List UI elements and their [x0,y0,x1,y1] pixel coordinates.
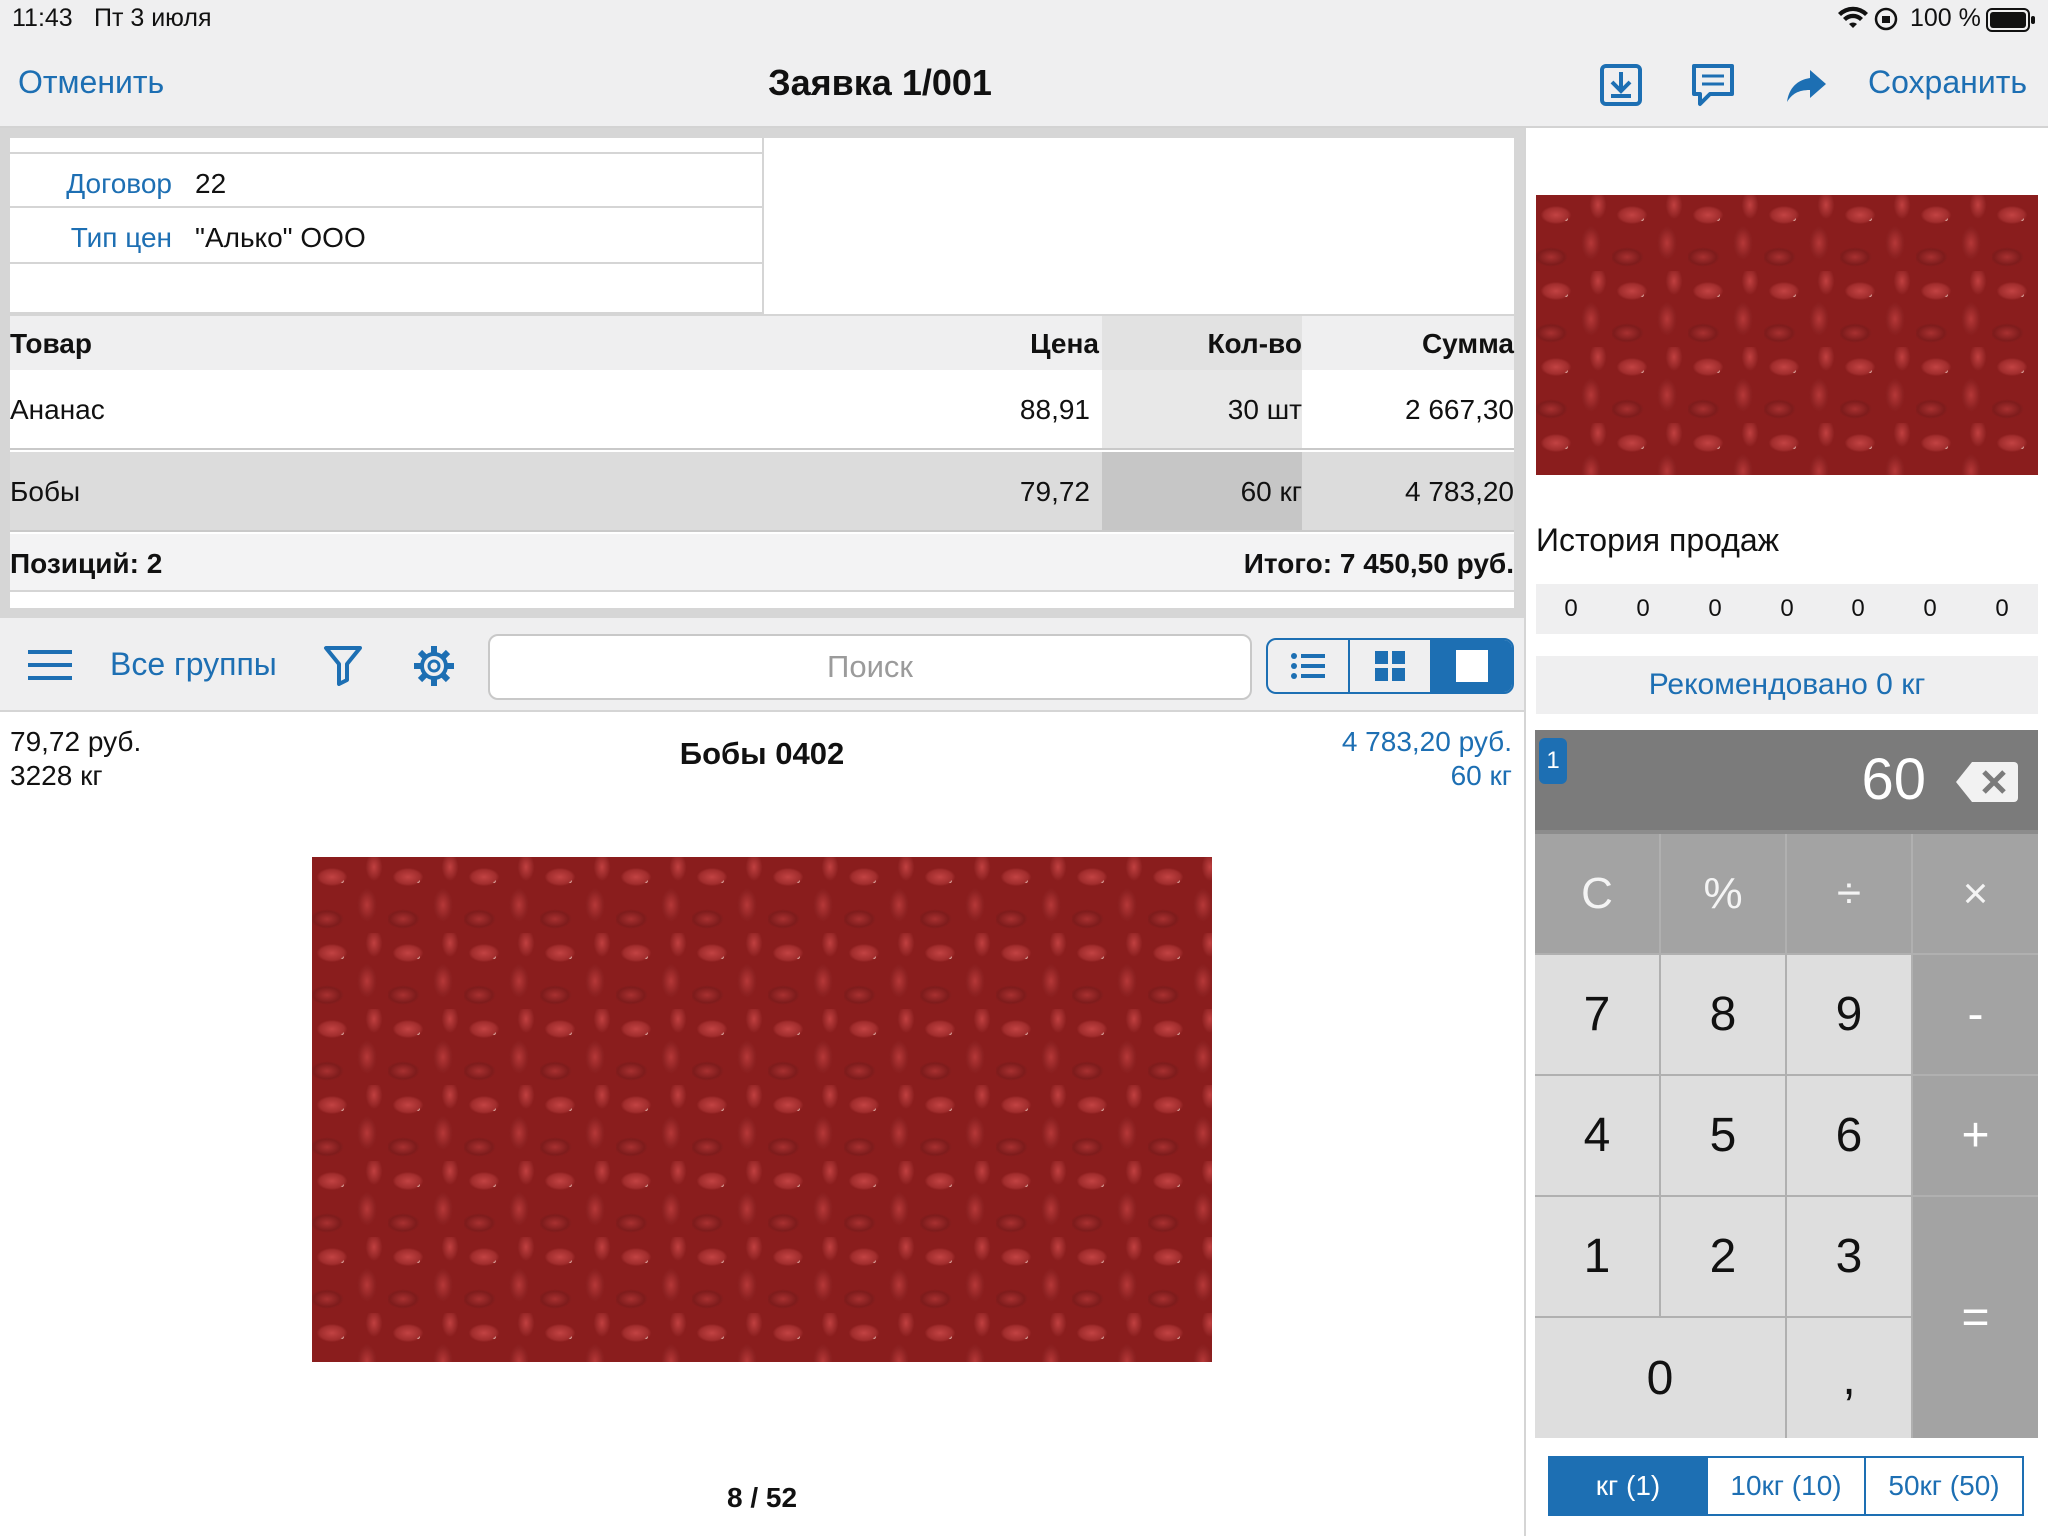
field-value: "Алько" ООО [195,222,366,253]
header-product: Товар [10,328,92,359]
product-image[interactable] [312,857,1212,1362]
key-8[interactable]: 8 [1661,955,1787,1076]
history-cell: 0 [1564,595,1578,622]
key-comma[interactable]: , [1787,1318,1913,1438]
header-sum: Сумма [1421,328,1514,359]
table-header: Товар Цена Кол-во Сумма [10,314,1514,372]
product-name: Бобы 0402 [679,736,845,771]
field-value: 22 [195,168,227,199]
menu-icon[interactable] [28,648,72,687]
status-time: 11:43 [12,4,73,32]
history-cell: 0 [1995,595,2009,622]
key-minus[interactable]: - [1913,955,2038,1076]
history-cell: 0 [1780,595,1794,622]
history-cell: 0 [1708,595,1722,622]
calculator-display: 1 60 [1535,730,2038,830]
key-7[interactable]: 7 [1535,955,1661,1076]
divider [0,128,1524,138]
page-title: Заявка 1/001 [768,62,992,103]
key-1[interactable]: 1 [1535,1197,1661,1318]
filter-icon[interactable] [323,644,363,691]
key-2[interactable]: 2 [1661,1197,1787,1318]
key-5[interactable]: 5 [1661,1076,1787,1197]
history-cell: 0 [1923,595,1937,622]
grid-icon [1375,651,1405,681]
pager: 8 / 52 [726,1482,798,1513]
field-empty [10,264,762,314]
cell-product: Ананас [10,394,105,425]
key-9[interactable]: 9 [1787,955,1913,1076]
unit-option-50kg[interactable]: 50кг (50) [1866,1458,2022,1514]
cell-qty: 30 шт [1227,394,1302,425]
calculator: 1 60 C % ÷ × 7 8 9 - 4 5 6 + 1 2 3 = 0 , [1535,730,2038,1438]
key-clear[interactable]: C [1535,834,1661,955]
key-0[interactable]: 0 [1535,1318,1787,1438]
grid-view-button[interactable] [1350,640,1432,692]
search-input[interactable]: Поиск [488,634,1252,700]
divider [1514,128,1524,618]
display-value: 60 [1861,747,1926,812]
product-sum: 4 783,20 руб. [1341,726,1512,757]
catalog-toolbar: Все группы Поиск [0,618,1524,712]
table-footer: Позиций: 2 Итого: 7 450,50 руб. [10,534,1514,592]
key-3[interactable]: 3 [1787,1197,1913,1318]
view-mode-segment [1266,638,1514,694]
field-label: Договор [66,168,172,199]
share-icon[interactable] [1782,60,1832,110]
key-equals[interactable]: = [1913,1197,2038,1438]
groups-button[interactable]: Все группы [110,646,277,683]
field-contract[interactable]: Договор 22 [10,152,762,208]
status-bar: 11:43 Пт 3 июля 100 % [0,0,2048,40]
cell-qty: 60 кг [1240,476,1302,507]
header-qty: Кол-во [1207,328,1302,359]
field-label: Тип цен [70,222,172,253]
cell-sum: 4 783,20 [1405,476,1514,507]
battery-percent: 100 % [1910,4,1981,32]
key-multiply[interactable]: × [1913,834,2038,955]
single-view-icon [1456,650,1488,682]
comment-icon[interactable] [1688,60,1738,110]
gear-icon[interactable] [412,644,456,693]
key-percent[interactable]: % [1661,834,1787,955]
key-4[interactable]: 4 [1535,1076,1661,1197]
unit-selector: кг (1) 10кг (10) 50кг (50) [1548,1456,2024,1516]
history-cell: 0 [1851,595,1865,622]
cell-product: Бобы [10,476,81,507]
navigation-bar: Отменить Заявка 1/001 Сохранить [0,40,2048,128]
save-button[interactable]: Сохранить [1868,64,2027,101]
orientation-lock-icon [1874,7,1898,36]
key-6[interactable]: 6 [1787,1076,1913,1197]
list-view-button[interactable] [1268,640,1350,692]
history-cell: 0 [1636,595,1650,622]
key-divide[interactable]: ÷ [1787,834,1913,955]
positions-count: Позиций: 2 [10,548,163,579]
unit-option-kg[interactable]: кг (1) [1550,1458,1708,1514]
multiplier-badge[interactable]: 1 [1539,738,1567,784]
single-view-button[interactable] [1432,640,1512,692]
divider [0,128,10,618]
sales-history-row: 0 0 0 0 0 0 0 [1536,584,2038,634]
backspace-icon[interactable] [1956,760,2018,809]
cell-price: 79,72 [1019,476,1090,507]
battery-icon [1986,8,2036,37]
table-row-selected[interactable]: Бобы 79,72 60 кг 4 783,20 [10,452,1514,532]
table-row[interactable]: Ананас 88,91 30 шт 2 667,30 [10,370,1514,450]
order-total: Итого: 7 450,50 руб. [1243,548,1514,579]
unit-option-10kg[interactable]: 10кг (10) [1708,1458,1866,1514]
sales-history-title: История продаж [1536,522,1780,558]
cell-sum: 2 667,30 [1405,394,1514,425]
list-icon [1291,653,1325,679]
wifi-icon [1838,6,1868,37]
download-icon[interactable] [1596,60,1646,110]
header-price: Цена [1030,328,1099,359]
key-plus[interactable]: + [1913,1076,2038,1197]
divider [0,608,1524,618]
product-thumbnail [1536,195,2038,475]
divider [762,138,764,314]
cell-price: 88,91 [1019,394,1090,425]
recommended-button[interactable]: Рекомендовано 0 кг [1536,656,2038,714]
status-date: Пт 3 июля [94,4,212,32]
product-qty: 60 кг [1450,760,1512,791]
field-price-type[interactable]: Тип цен "Алько" ООО [10,208,762,264]
